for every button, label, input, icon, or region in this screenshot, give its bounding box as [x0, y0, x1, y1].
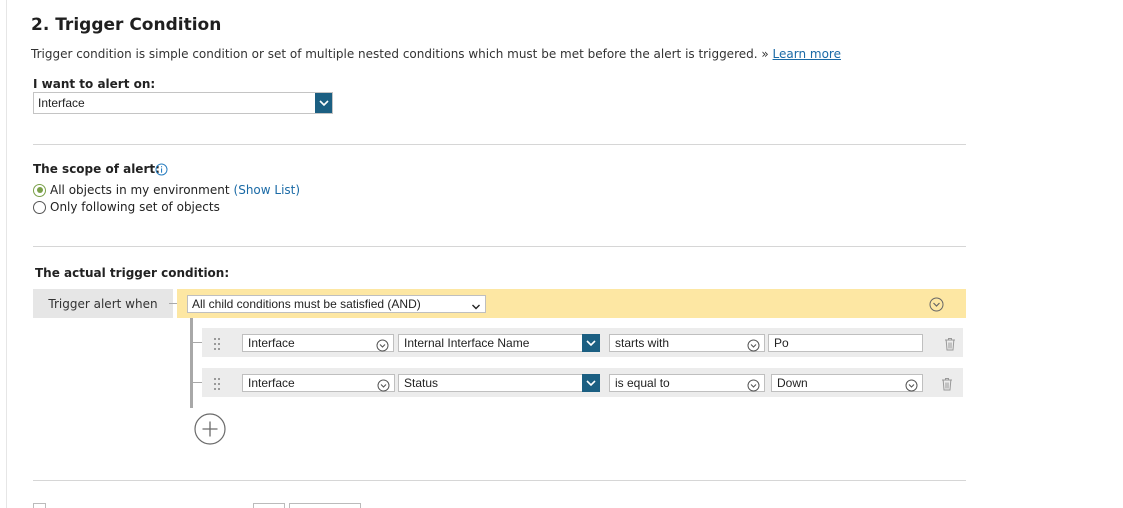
scope-label: The scope of alert: — [33, 162, 160, 176]
divider — [33, 144, 966, 145]
trigger-condition-label: The actual trigger condition: — [35, 266, 230, 280]
value-input[interactable]: Po — [768, 334, 923, 352]
tree-line — [190, 318, 193, 408]
trash-icon[interactable] — [941, 376, 953, 395]
condition-value: Down — [777, 376, 808, 390]
learn-more-link[interactable]: Learn more — [773, 47, 841, 61]
group-condition-value: All child conditions must be satisfied (… — [192, 297, 421, 311]
property-select[interactable]: Internal Interface Name — [398, 334, 600, 352]
object-value: Interface — [248, 376, 295, 390]
operator-select[interactable]: starts with — [609, 334, 765, 352]
value-select[interactable]: Down — [771, 374, 923, 392]
alert-on-value: Interface — [38, 96, 85, 110]
description-separator: » — [757, 47, 773, 61]
checkbox-partial[interactable] — [33, 503, 46, 508]
chevron-circle-icon[interactable] — [747, 377, 760, 396]
connector-line — [169, 303, 177, 304]
drag-handle-icon[interactable] — [213, 376, 221, 395]
scope-option-following[interactable]: Only following set of objects — [33, 200, 220, 214]
property-select[interactable]: Status — [398, 374, 600, 392]
select-partial[interactable] — [289, 503, 361, 508]
group-condition-select[interactable]: All child conditions must be satisfied (… — [187, 295, 486, 313]
operator-value: is equal to — [615, 376, 670, 390]
object-select[interactable]: Interface — [242, 334, 394, 352]
condition-value: Po — [774, 336, 789, 350]
property-value: Status — [404, 376, 439, 390]
show-list-link[interactable]: (Show List) — [234, 183, 301, 197]
left-border — [6, 0, 7, 508]
scope-option-all-label: All objects in my environment — [50, 183, 230, 197]
chevron-down-icon[interactable] — [315, 93, 332, 113]
trigger-when-label: Trigger alert when — [33, 289, 173, 318]
alert-on-select[interactable]: Interface — [33, 92, 333, 114]
tree-tick — [193, 342, 202, 343]
chevron-circle-icon[interactable] — [377, 377, 390, 396]
input-partial[interactable] — [253, 503, 285, 508]
radio-selected[interactable] — [33, 183, 46, 197]
operator-value: starts with — [615, 336, 670, 350]
alert-on-label: I want to alert on: — [33, 77, 156, 91]
drag-handle-icon[interactable] — [213, 336, 221, 355]
scope-option-following-label: Only following set of objects — [50, 200, 220, 214]
divider — [33, 480, 966, 481]
collapse-toggle-icon[interactable] — [929, 297, 944, 316]
add-condition-icon[interactable] — [194, 413, 226, 449]
object-select[interactable]: Interface — [242, 374, 395, 392]
chevron-down-icon[interactable] — [582, 374, 600, 392]
chevron-circle-icon[interactable] — [747, 337, 760, 356]
chevron-circle-icon[interactable] — [905, 377, 918, 396]
section-description: Trigger condition is simple condition or… — [31, 47, 841, 61]
scope-option-all[interactable]: All objects in my environment (Show List… — [33, 183, 300, 197]
operator-select[interactable]: is equal to — [609, 374, 765, 392]
radio-unselected[interactable] — [33, 200, 46, 214]
section-title: 2. Trigger Condition — [31, 15, 222, 35]
tree-tick — [193, 382, 202, 383]
info-icon[interactable] — [155, 161, 168, 180]
chevron-down-icon[interactable] — [471, 298, 481, 317]
divider — [33, 246, 966, 247]
trash-icon[interactable] — [944, 336, 956, 355]
description-text: Trigger condition is simple condition or… — [31, 47, 758, 61]
chevron-down-icon[interactable] — [582, 334, 600, 352]
property-value: Internal Interface Name — [404, 336, 530, 350]
chevron-circle-icon[interactable] — [376, 337, 389, 356]
object-value: Interface — [248, 336, 295, 350]
